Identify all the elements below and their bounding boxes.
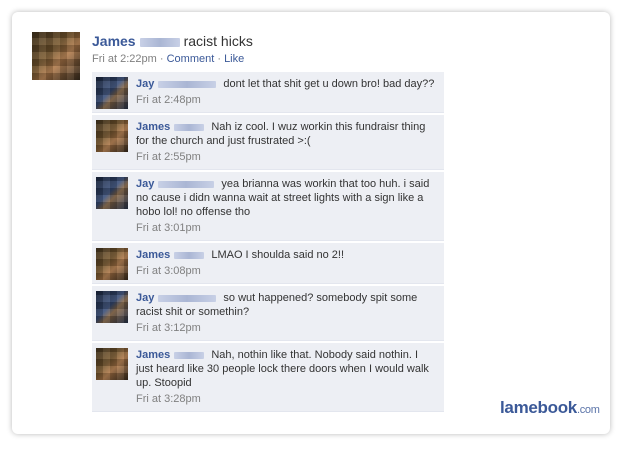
post-meta: Fri at 2:22pm · Comment · Like [92, 53, 244, 65]
commenter-avatar[interactable] [96, 177, 128, 209]
comment-link[interactable]: Comment [167, 53, 215, 65]
comment-timestamp[interactable]: Fri at 2:55pm [136, 150, 438, 164]
comment-timestamp[interactable]: Fri at 3:28pm [136, 392, 438, 406]
redacted-surname [174, 251, 205, 259]
redacted-surname [158, 294, 217, 302]
comment-body: James Nah iz cool. I wuz workin this fun… [136, 120, 438, 148]
redacted-surname [174, 123, 205, 131]
author-avatar[interactable] [32, 32, 80, 80]
watermark-domain: .com [576, 404, 600, 416]
comment-item: James Nah iz cool. I wuz workin this fun… [92, 115, 444, 170]
post-status-text: racist hicks [183, 33, 253, 49]
commenter-name[interactable]: James [136, 349, 170, 361]
post-header: James racist hicks [92, 33, 253, 49]
post-timestamp[interactable]: Fri at 2:22pm [92, 53, 157, 65]
comment-timestamp[interactable]: Fri at 2:48pm [136, 93, 438, 107]
commenter-avatar[interactable] [96, 77, 128, 109]
commenter-name[interactable]: James [136, 249, 170, 261]
lamebook-watermark: lamebook.com [500, 398, 600, 418]
meta-separator: · [156, 53, 167, 65]
comment-body: Jay dont let that shit get u down bro! b… [136, 77, 438, 91]
comment-item: Jay yea brianna was workin that too huh.… [92, 172, 444, 241]
redacted-surname [174, 351, 205, 359]
comment-body: Jay yea brianna was workin that too huh.… [136, 177, 438, 219]
redacted-surname [139, 37, 180, 47]
comment-body: Jay so wut happened? somebody spit some … [136, 291, 438, 319]
post-author-name[interactable]: James [92, 33, 136, 49]
comment-timestamp[interactable]: Fri at 3:12pm [136, 321, 438, 335]
comment-item: James Nah, nothin like that. Nobody said… [92, 343, 444, 412]
commenter-avatar[interactable] [96, 248, 128, 280]
commenter-avatar[interactable] [96, 291, 128, 323]
comment-body: James Nah, nothin like that. Nobody said… [136, 348, 438, 390]
commenter-name[interactable]: James [136, 121, 170, 133]
commenter-avatar[interactable] [96, 120, 128, 152]
comment-item: Jay dont let that shit get u down bro! b… [92, 72, 444, 113]
facebook-post-card: James racist hicks Fri at 2:22pm · Commen… [12, 12, 610, 434]
comment-text: LMAO I shoulda said no 2!! [211, 249, 345, 261]
redacted-surname [158, 180, 215, 188]
commenter-name[interactable]: Jay [136, 292, 154, 304]
comment-item: Jay so wut happened? somebody spit some … [92, 286, 444, 341]
commenter-name[interactable]: Jay [136, 78, 154, 90]
commenter-avatar[interactable] [96, 348, 128, 380]
comment-timestamp[interactable]: Fri at 3:08pm [136, 264, 438, 278]
like-link[interactable]: Like [224, 53, 244, 65]
meta-separator: · [214, 53, 225, 65]
comment-text: dont let that shit get u down bro! bad d… [223, 78, 435, 90]
comment-body: James LMAO I shoulda said no 2!! [136, 248, 438, 262]
comment-timestamp[interactable]: Fri at 3:01pm [136, 221, 438, 235]
comment-item: James LMAO I shoulda said no 2!! Fri at … [92, 243, 444, 284]
watermark-brand: lamebook [500, 398, 577, 417]
comments-list: Jay dont let that shit get u down bro! b… [92, 72, 444, 414]
commenter-name[interactable]: Jay [136, 178, 154, 190]
redacted-surname [158, 80, 217, 88]
